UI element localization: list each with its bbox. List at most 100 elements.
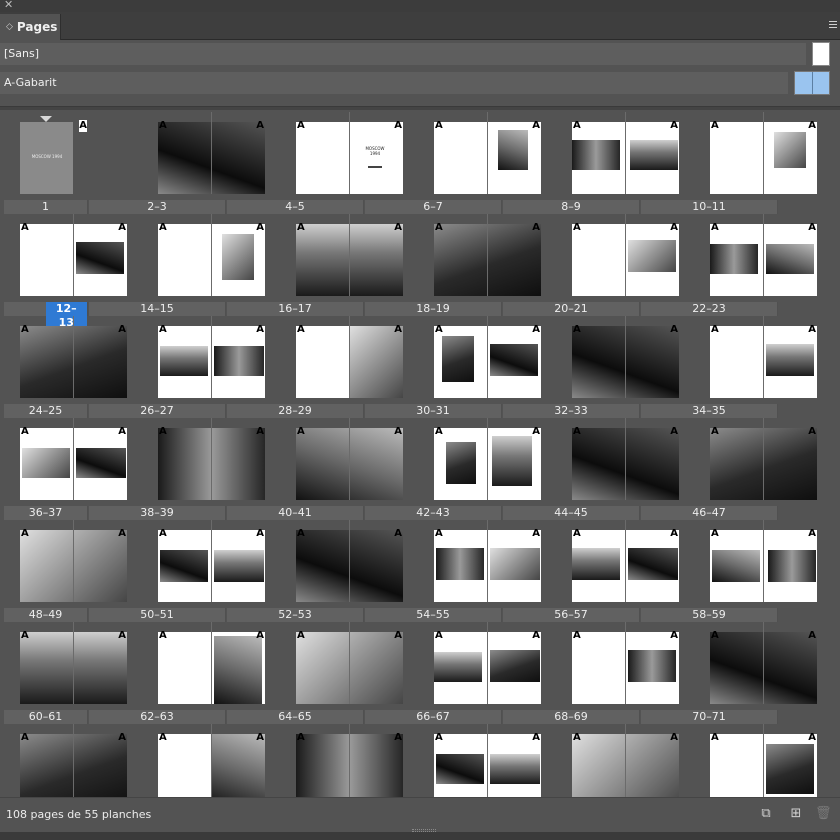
spread-thumbnail[interactable]: AA: [572, 520, 679, 602]
spread-thumbnail[interactable]: AA: [296, 316, 403, 398]
delete-page-icon[interactable]: 🗑: [815, 806, 832, 822]
master-item-none[interactable]: [Sans]: [0, 41, 840, 67]
master-marker: A: [435, 324, 443, 335]
spread-label[interactable]: 2–3: [89, 200, 226, 214]
spread-label[interactable]: 26–27: [89, 404, 226, 418]
spread-label[interactable]: 70–71: [641, 710, 778, 724]
spread-label[interactable]: 24–25: [4, 404, 88, 418]
spread-label[interactable]: 14–15: [89, 302, 226, 316]
master-marker: A: [297, 528, 305, 539]
spread-thumbnail[interactable]: AA: [158, 724, 265, 797]
spread-label[interactable]: 58–59: [641, 608, 778, 622]
spread-label[interactable]: 22–23: [641, 302, 778, 316]
master-thumbnail[interactable]: [794, 71, 830, 95]
spread-thumbnail[interactable]: AA: [434, 622, 541, 704]
spread-thumbnail[interactable]: AA: [434, 316, 541, 398]
spine-line: [625, 418, 626, 500]
spread-label[interactable]: 68–69: [503, 710, 640, 724]
spread-label[interactable]: 28–29: [227, 404, 364, 418]
spread-thumbnail[interactable]: AA: [434, 520, 541, 602]
spread-label[interactable]: 56–57: [503, 608, 640, 622]
photo-thumbnail: [766, 244, 814, 274]
spread-label[interactable]: 16–17: [227, 302, 364, 316]
spread-label[interactable]: 1: [4, 200, 88, 214]
spread-thumbnail[interactable]: AA: [158, 418, 265, 500]
spread-thumbnail[interactable]: AA: [572, 622, 679, 704]
spread-label[interactable]: 30–31: [365, 404, 502, 418]
photo-thumbnail: [222, 234, 254, 280]
spread-thumbnail[interactable]: AA: [572, 112, 679, 194]
spread-thumbnail[interactable]: AA: [20, 418, 127, 500]
spread-thumbnail[interactable]: AA: [572, 724, 679, 797]
spread-thumbnail[interactable]: AA: [434, 418, 541, 500]
spread-thumbnail[interactable]: AA: [434, 112, 541, 194]
spread-thumbnail[interactable]: AA: [572, 418, 679, 500]
spread-label[interactable]: 44–45: [503, 506, 640, 520]
collapse-arrows-icon[interactable]: ◇: [6, 22, 13, 32]
spread-label[interactable]: 48–49: [4, 608, 88, 622]
photo-thumbnail: [160, 346, 208, 376]
spread-thumbnail[interactable]: AA: [20, 724, 127, 797]
spread-label[interactable]: 40–41: [227, 506, 364, 520]
master-marker: A: [711, 732, 719, 743]
spread-labels: 1 2–3 4–5 6–7 8–9 10–11: [4, 200, 830, 214]
spread-label[interactable]: 54–55: [365, 608, 502, 622]
spread-label[interactable]: 34–35: [641, 404, 778, 418]
spread-thumbnail[interactable]: AA: [158, 520, 265, 602]
spread-thumbnail[interactable]: AA: [710, 316, 817, 398]
spread-thumbnail[interactable]: AA: [158, 316, 265, 398]
master-item-gabarit[interactable]: A-Gabarit: [0, 70, 840, 96]
spread-label[interactable]: 12–13: [4, 302, 88, 330]
spread-thumbnail[interactable]: AA: [158, 214, 265, 296]
spread-thumbnail[interactable]: AA: [572, 214, 679, 296]
spread-thumbnail[interactable]: AA: [158, 112, 265, 194]
spread-thumbnail[interactable]: MOSCOW 1994 A A: [296, 112, 403, 194]
spread-label[interactable]: 6–7: [365, 200, 502, 214]
photo-thumbnail: [22, 448, 70, 478]
spread-label[interactable]: 42–43: [365, 506, 502, 520]
spread-thumbnail[interactable]: AA: [434, 214, 541, 296]
spread-thumbnail[interactable]: AA: [296, 520, 403, 602]
spread-thumbnail[interactable]: AA: [710, 520, 817, 602]
spread-thumbnail[interactable]: AA: [20, 520, 127, 602]
spread-label[interactable]: 8–9: [503, 200, 640, 214]
spread-thumbnail[interactable]: AA: [20, 214, 127, 296]
spread-label[interactable]: 60–61: [4, 710, 88, 724]
master-marker: A: [808, 222, 816, 233]
spread-label[interactable]: 20–21: [503, 302, 640, 316]
spread-label[interactable]: 66–67: [365, 710, 502, 724]
spread-thumbnail[interactable]: AA: [20, 316, 127, 398]
panel-menu-icon[interactable]: [829, 21, 837, 30]
spread-thumbnail[interactable]: AA: [710, 214, 817, 296]
spread-thumbnail[interactable]: AA: [296, 418, 403, 500]
spread-thumbnail[interactable]: AA: [296, 622, 403, 704]
spread-thumbnail[interactable]: AA: [710, 418, 817, 500]
spread-label[interactable]: 18–19: [365, 302, 502, 316]
spread-label[interactable]: 50–51: [89, 608, 226, 622]
spread-thumbnail[interactable]: AA: [158, 622, 265, 704]
new-page-icon[interactable]: ⊞: [788, 806, 804, 822]
spread-label[interactable]: 4–5: [227, 200, 364, 214]
spread-label[interactable]: 36–37: [4, 506, 88, 520]
spread-label[interactable]: 46–47: [641, 506, 778, 520]
spread-thumbnail[interactable]: AA: [710, 112, 817, 194]
close-panel-icon[interactable]: ✕: [4, 0, 13, 11]
page-thumbnail[interactable]: MOSCOW 1994 A: [20, 116, 87, 194]
spread-label[interactable]: 10–11: [641, 200, 778, 214]
spread-thumbnail[interactable]: AA: [296, 724, 403, 797]
cover-title: MOSCOW 1994: [31, 154, 63, 159]
edit-page-size-icon[interactable]: ⧉: [758, 806, 774, 822]
spread-label[interactable]: 32–33: [503, 404, 640, 418]
spread-thumbnail[interactable]: AA: [710, 622, 817, 704]
spread-thumbnail[interactable]: AA: [434, 724, 541, 797]
spread-label[interactable]: 38–39: [89, 506, 226, 520]
spread-label[interactable]: 52–53: [227, 608, 364, 622]
spread-label[interactable]: 64–65: [227, 710, 364, 724]
spread-thumbnail[interactable]: AA: [572, 316, 679, 398]
master-thumbnail[interactable]: [812, 42, 830, 66]
spread-label[interactable]: 62–63: [89, 710, 226, 724]
tab-pages[interactable]: ◇ Pages: [0, 14, 61, 40]
spread-thumbnail[interactable]: AA: [296, 214, 403, 296]
spread-thumbnail[interactable]: AA: [710, 724, 817, 797]
spread-thumbnail[interactable]: AA: [20, 622, 127, 704]
